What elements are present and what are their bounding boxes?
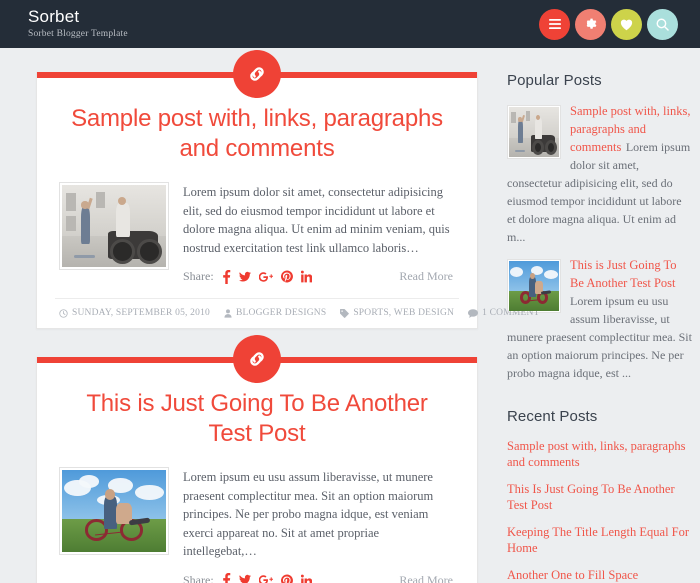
pinterest-icon[interactable] <box>280 574 293 583</box>
link-icon[interactable] <box>233 50 281 98</box>
couple-on-bicycle-field-photo <box>509 261 559 311</box>
post-date[interactable]: SUNDAY, SEPTEMBER 05, 2010 <box>59 308 210 318</box>
page-body: Sample post with, links, paragraphs and … <box>0 48 700 583</box>
pinterest-icon[interactable] <box>280 270 293 283</box>
post-text: Lorem ipsum dolor sit amet, consectetur … <box>183 182 453 284</box>
post-card: Sample post with, links, paragraphs and … <box>36 50 539 329</box>
post-thumbnail[interactable] <box>59 467 169 555</box>
link-icon[interactable] <box>233 335 281 383</box>
recent-post-link[interactable]: Keeping The Title Length Equal For Home <box>507 524 693 556</box>
googleplus-icon[interactable] <box>258 573 273 583</box>
widget-recent-posts: Recent Posts Sample post with, links, pa… <box>507 408 693 583</box>
facebook-icon[interactable] <box>222 269 231 284</box>
post-meta-bar: SUNDAY, SEPTEMBER 05, 2010 BLOGGER DESIG… <box>55 298 539 328</box>
share-icon-group <box>222 269 312 284</box>
post-body: Lorem ipsum dolor sit amet, consectetur … <box>37 168 477 284</box>
widget-popular-posts: Popular Posts Sample post with, links, p… <box>507 72 693 382</box>
site-tagline: Sorbet Blogger Template <box>28 29 128 39</box>
share-label: Share: <box>183 572 214 583</box>
linkedin-icon[interactable] <box>300 574 312 583</box>
search-icon[interactable] <box>647 8 678 40</box>
share-row: Share: Read More <box>183 269 453 284</box>
gear-icon[interactable] <box>575 8 606 40</box>
heart-icon[interactable] <box>611 8 642 40</box>
share-icon-group <box>222 573 312 583</box>
read-more-link[interactable]: Read More <box>399 573 453 583</box>
recent-post-link[interactable]: Sample post with, links, paragraphs and … <box>507 438 693 470</box>
post-card: This is Just Going To Be Another Test Po… <box>36 335 478 583</box>
googleplus-icon[interactable] <box>258 270 273 284</box>
popular-post-thumbnail[interactable] <box>507 259 561 313</box>
twitter-icon[interactable] <box>239 573 251 583</box>
menu-icon[interactable] <box>539 8 570 40</box>
post-thumbnail[interactable] <box>59 182 169 270</box>
popular-post-title[interactable]: This is Just Going To Be Another Test Po… <box>570 258 677 290</box>
share-label: Share: <box>183 269 214 283</box>
popular-post-item: Sample post with, links, paragraphs and … <box>507 102 693 246</box>
facebook-icon[interactable] <box>222 573 231 583</box>
post-labels[interactable]: SPORTS, WEB DESIGN <box>340 308 454 318</box>
street-couple-motorcycle-photo <box>62 185 166 267</box>
sidebar: Popular Posts Sample post with, links, p… <box>507 72 693 583</box>
popular-post-item: This is Just Going To Be Another Test Po… <box>507 256 693 382</box>
street-couple-motorcycle-photo <box>509 107 559 157</box>
couple-on-bicycle-field-photo <box>62 470 166 552</box>
post-excerpt: Lorem ipsum eu usu assum liberavisse, ut… <box>183 470 434 558</box>
linkedin-icon[interactable] <box>300 270 312 283</box>
site-branding[interactable]: Sorbet Sorbet Blogger Template <box>28 7 128 41</box>
recent-post-link[interactable]: This Is Just Going To Be Another Test Po… <box>507 481 693 513</box>
post-labels-text: SPORTS, WEB DESIGN <box>353 308 455 318</box>
clock-icon <box>59 308 68 318</box>
comment-icon <box>468 308 479 318</box>
header-icon-group <box>539 8 678 40</box>
post-text: Lorem ipsum eu usu assum liberavisse, ut… <box>183 467 453 583</box>
widget-title: Recent Posts <box>507 408 598 425</box>
post-body: Lorem ipsum eu usu assum liberavisse, ut… <box>37 453 477 583</box>
share-row: Share: Read More <box>183 573 453 583</box>
post-author-text: BLOGGER DESIGNS <box>235 308 327 318</box>
tag-icon <box>340 308 350 318</box>
recent-post-link[interactable]: Another One to Fill Space <box>507 567 693 583</box>
site-title[interactable]: Sorbet <box>28 7 128 27</box>
post-author[interactable]: BLOGGER DESIGNS <box>224 308 326 318</box>
twitter-icon[interactable] <box>238 270 251 284</box>
main-content-column: Sample post with, links, paragraphs and … <box>36 50 539 583</box>
popular-post-thumbnail[interactable] <box>507 105 561 159</box>
user-icon <box>224 308 232 318</box>
post-excerpt: Lorem ipsum dolor sit amet, consectetur … <box>183 185 450 255</box>
read-more-link[interactable]: Read More <box>399 269 453 284</box>
post-date-text: SUNDAY, SEPTEMBER 05, 2010 <box>72 308 210 318</box>
widget-title: Popular Posts <box>507 72 602 89</box>
site-header: Sorbet Sorbet Blogger Template <box>0 0 700 48</box>
